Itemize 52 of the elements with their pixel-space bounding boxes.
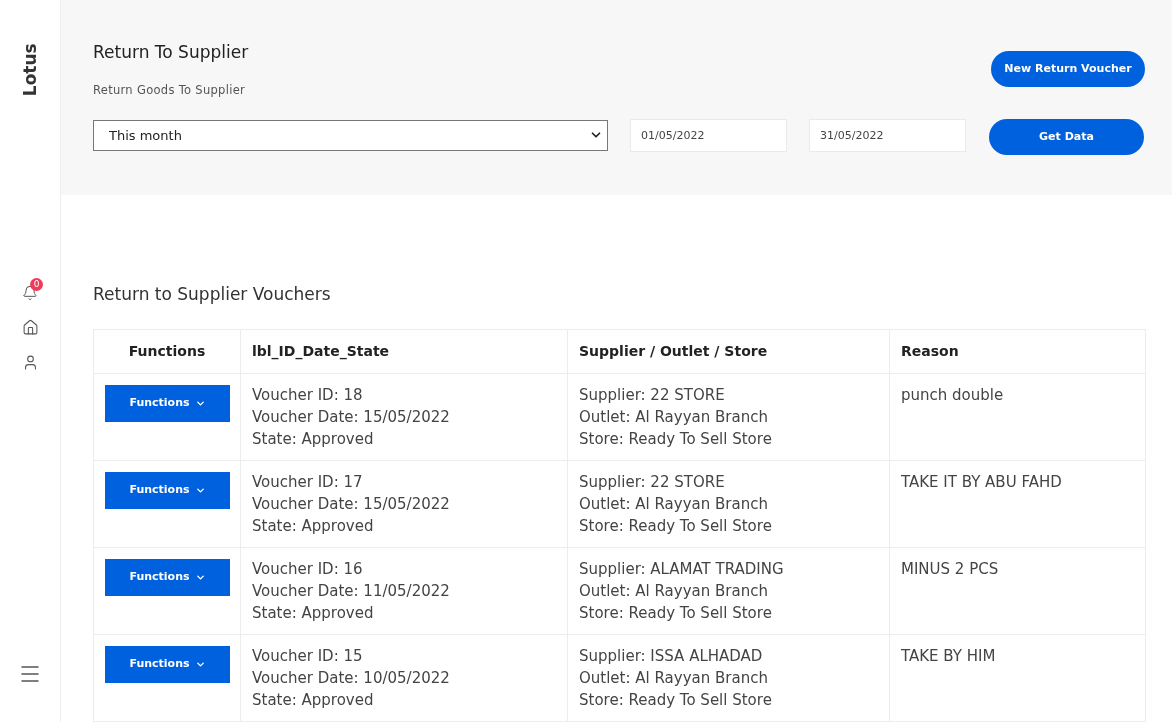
supplier-name: Supplier: 22 STORE xyxy=(579,472,726,493)
functions-dropdown-button[interactable]: Functions xyxy=(105,559,230,596)
functions-dropdown-button[interactable]: Functions xyxy=(105,646,230,683)
column-header: Reason xyxy=(889,329,1146,374)
voucher-date: Voucher Date: 15/05/2022 xyxy=(252,407,451,428)
notification-count: 0 xyxy=(30,278,43,291)
voucher-id: Voucher ID: 18 xyxy=(252,385,364,406)
supplier-name: Supplier: ALAMAT TRADING xyxy=(579,559,785,580)
notification-bell-icon[interactable] xyxy=(22,285,38,301)
column-header: Supplier / Outlet / Store xyxy=(567,329,890,374)
supplier-name: Supplier: ISSA ALHADAD xyxy=(579,646,764,667)
voucher-state: State: Approved xyxy=(252,690,375,711)
functions-dropdown-button[interactable]: Functions xyxy=(105,385,230,422)
reason-text: TAKE BY HIM xyxy=(901,646,997,667)
date-from-field[interactable]: 01/05/2022 xyxy=(630,118,787,152)
chevron-down-icon xyxy=(194,398,206,409)
voucher-date: Voucher Date: 11/05/2022 xyxy=(252,581,451,602)
date-to-field[interactable]: 31/05/2022 xyxy=(809,118,966,152)
voucher-state: State: Approved xyxy=(252,429,375,450)
reason-text: punch double xyxy=(901,385,1005,406)
store-name: Store: Ready To Sell Store xyxy=(579,603,773,624)
page-subtitle: Return Goods To Supplier xyxy=(93,81,247,99)
outlet-name: Outlet: Al Rayyan Branch xyxy=(579,494,769,515)
supplier-name: Supplier: 22 STORE xyxy=(579,385,726,406)
outlet-name: Outlet: Al Rayyan Branch xyxy=(579,581,769,602)
outlet-name: Outlet: Al Rayyan Branch xyxy=(579,668,769,689)
new-return-voucher-button[interactable]: New Return Voucher xyxy=(991,51,1145,87)
voucher-id: Voucher ID: 16 xyxy=(252,559,364,580)
store-name: Store: Ready To Sell Store xyxy=(579,690,773,711)
brand-name: Lotus xyxy=(18,43,41,97)
column-header: Functions xyxy=(93,329,241,374)
functions-dropdown-button[interactable]: Functions xyxy=(105,472,230,509)
voucher-state: State: Approved xyxy=(252,603,375,624)
section-title: Return to Supplier Vouchers xyxy=(93,282,332,306)
page-title: Return To Supplier xyxy=(93,41,250,64)
voucher-id: Voucher ID: 17 xyxy=(252,472,364,493)
chevron-down-icon xyxy=(194,659,206,670)
reason-text: TAKE IT BY ABU FAHD xyxy=(901,472,1063,493)
column-header: lbl_ID_Date_State xyxy=(240,329,568,374)
outlet-name: Outlet: Al Rayyan Branch xyxy=(579,407,769,428)
chevron-down-icon xyxy=(194,485,206,496)
reason-text: MINUS 2 PCS xyxy=(901,559,1000,580)
voucher-id: Voucher ID: 15 xyxy=(252,646,364,667)
chevron-down-icon xyxy=(194,572,206,583)
voucher-state: State: Approved xyxy=(252,516,375,537)
voucher-date: Voucher Date: 15/05/2022 xyxy=(252,494,451,515)
store-name: Store: Ready To Sell Store xyxy=(579,429,773,450)
get-data-button[interactable]: Get Data xyxy=(989,119,1144,155)
store-name: Store: Ready To Sell Store xyxy=(579,516,773,537)
home-icon[interactable] xyxy=(21,319,39,336)
voucher-date: Voucher Date: 10/05/2022 xyxy=(252,668,451,689)
period-select[interactable]: This month xyxy=(93,119,608,151)
